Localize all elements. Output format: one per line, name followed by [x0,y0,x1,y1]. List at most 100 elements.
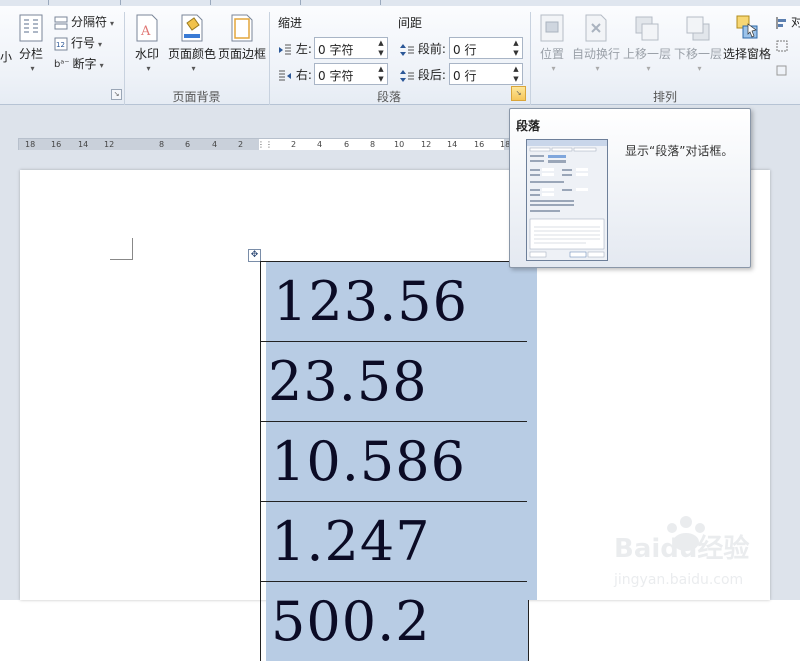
spacing-after-input[interactable]: 0 行 ▲ ▼ [449,63,523,85]
spin-down-icon[interactable]: ▼ [375,48,387,58]
ruler-number: 8 [370,140,376,149]
ruler-number: 16 [51,140,62,149]
row-end-marker-highlight [527,262,537,600]
chevron-down-icon: ▾ [98,40,103,49]
spin-down-icon[interactable]: ▼ [510,48,522,58]
watermark-button[interactable]: A 水印 ▾ [131,14,163,73]
chevron-down-icon: ▾ [551,64,556,73]
spacing-after-icon [400,69,414,82]
align-button[interactable]: 对 [776,13,800,30]
paragraph-dialog-thumbnail [526,139,608,261]
line-numbers-icon: 12 [54,37,68,50]
spin-up-icon[interactable]: ▲ [510,38,522,48]
ruler-number: 18 [25,140,36,149]
page-background-group-label: 页面背景 [172,90,221,104]
chevron-down-icon: ▾ [191,64,196,73]
spin-up-icon[interactable]: ▲ [510,64,522,74]
chevron-down-icon: ▾ [110,19,115,28]
indent-right-input[interactable]: 0 字符 ▲ ▼ [314,63,388,85]
page-borders-button[interactable]: 页面边框 [218,14,266,62]
breaks-icon [54,16,68,29]
margin-corner-mark [132,238,133,260]
ruler-number: 14 [78,140,89,149]
ruler-number: 16 [474,140,485,149]
tab-separator [300,0,301,5]
chevron-down-icon: ▾ [697,64,702,73]
hyphenation-icon: bᵃ⁻ [54,59,70,70]
column-marker-icon[interactable]: ⋮⋮ [257,139,273,150]
watermark-brand: Baidu经验 [614,533,749,564]
ruler-number: 12 [104,140,115,149]
position-button[interactable]: 位置 ▾ [536,14,568,73]
line-numbers-button[interactable]: 12 行号 ▾ [54,34,102,51]
ribbon: 小 分栏 ▾ 分隔符 ▾ 12 行号 ▾ bᵃ⁻ 断字 ▾ ↘ A 水印 ▾ 页… [0,6,800,106]
tooltip-title: 段落 [516,119,541,133]
indent-heading: 缩进 [278,16,303,30]
size-button[interactable]: 小 [0,48,12,65]
table-cell-value: 123.56 [273,270,468,333]
spacing-before-icon [400,43,414,56]
position-icon [540,14,564,42]
ruler-number: 2 [291,140,297,149]
group-objects-icon [776,40,788,51]
selection-pane-icon [736,15,758,39]
bring-forward-icon [635,16,659,41]
baidu-jingyan-watermark: Baidu经验 jingyan.baidu.com [613,516,749,588]
table-row[interactable]: 1.247 [261,501,528,581]
indent-left-input[interactable]: 0 字符 ▲ ▼ [314,37,388,59]
page-setup-launcher-icon[interactable]: ↘ [111,89,122,100]
ruler-number: 10 [394,140,405,149]
group-objects-button[interactable] [776,38,791,53]
table-row[interactable]: 23.58 [261,341,528,421]
paragraph-dialog-launcher-icon[interactable]: ↘ [511,86,526,101]
table-row[interactable]: 123.56 [261,261,528,341]
page-color-button[interactable]: 页面颜色 ▾ [168,14,216,73]
page-color-icon [181,14,203,42]
ruler-number: 4 [212,140,218,149]
watermark-url: jingyan.baidu.com [613,572,743,588]
indent-right-label: 右: [278,66,312,83]
watermark-label: 水印 [134,47,159,61]
wrap-text-button[interactable]: 自动换行 ▾ [571,14,621,73]
spacing-before-input[interactable]: 0 行 ▲ ▼ [449,37,523,59]
page-color-label: 页面颜色 [168,47,217,61]
spin-down-icon[interactable]: ▼ [510,74,522,84]
arrange-group-label: 排列 [652,90,677,104]
spin-up-icon[interactable]: ▲ [375,38,387,48]
wrap-text-icon [585,14,607,42]
spacing-before-label: 段前: [400,40,446,57]
number-table[interactable]: 123.56 23.58 10.586 1.247 500.2 [260,261,529,661]
table-cell-value: 23.58 [268,350,428,413]
spin-up-icon[interactable]: ▲ [375,64,387,74]
ruler-number: 2 [238,140,244,149]
send-backward-icon [686,16,710,41]
bring-forward-button[interactable]: 上移一层 ▾ [622,14,672,73]
table-cell-value: 1.247 [271,510,431,573]
send-backward-button[interactable]: 下移一层 ▾ [673,14,723,73]
tab-separator [120,0,121,5]
ruler-number: 14 [447,140,458,149]
svg-text:A: A [140,24,151,39]
watermark-icon: A [136,14,158,42]
chevron-down-icon: ▾ [595,64,600,73]
columns-button[interactable]: 分栏 ▾ [16,14,46,73]
ruler-number: 12 [421,140,432,149]
table-row[interactable]: 500.2 [261,581,528,661]
hyphenation-button[interactable]: bᵃ⁻ 断字 ▾ [54,55,104,72]
chevron-down-icon: ▾ [30,64,35,73]
columns-label: 分栏 [18,47,43,61]
breaks-button[interactable]: 分隔符 ▾ [54,13,114,30]
ruler-number: 8 [159,140,165,149]
table-cell-value: 10.586 [271,430,466,493]
ruler-number: 6 [185,140,191,149]
tab-separator [380,0,381,5]
page-borders-label: 页面边框 [218,47,267,61]
selection-pane-button[interactable]: 选择窗格 [723,14,771,62]
columns-icon [19,14,43,42]
spin-down-icon[interactable]: ▼ [375,74,387,84]
chevron-down-icon: ▾ [646,64,651,73]
ruler-number: 4 [317,140,323,149]
rotate-button[interactable] [776,62,791,77]
tab-separator [210,0,211,5]
table-row[interactable]: 10.586 [261,421,528,501]
